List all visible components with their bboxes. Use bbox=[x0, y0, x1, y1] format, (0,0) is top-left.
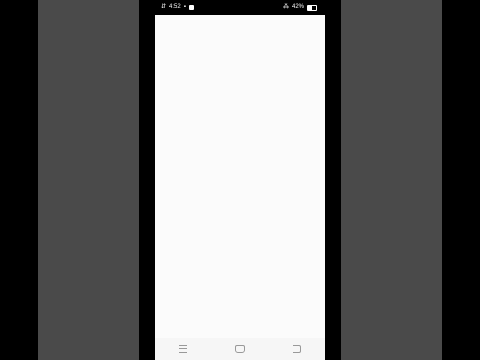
right-letterbox bbox=[442, 0, 480, 360]
back-icon bbox=[292, 345, 301, 353]
menu-button[interactable] bbox=[173, 342, 193, 356]
battery-percent: 42% bbox=[291, 4, 304, 10]
home-button[interactable] bbox=[230, 342, 250, 356]
left-letterbox bbox=[0, 0, 38, 360]
notification-icon: ▪ bbox=[183, 4, 186, 10]
status-time: 4:52 bbox=[169, 4, 181, 10]
phone-frame: ⇵ 4:52 ▪ ⁂ 42% bbox=[139, 0, 341, 360]
facebook-icon bbox=[188, 5, 194, 10]
menu-icon bbox=[179, 345, 188, 353]
status-bar: ⇵ 4:52 ▪ ⁂ 42% bbox=[155, 0, 325, 15]
back-button[interactable] bbox=[287, 342, 307, 356]
right-blur-panel bbox=[341, 0, 442, 360]
status-right: ⁂ 42% bbox=[283, 4, 317, 11]
app-screen[interactable] bbox=[155, 15, 325, 360]
signal-icon: ⁂ bbox=[282, 4, 289, 10]
navigation-bar bbox=[155, 338, 325, 360]
status-left: ⇵ 4:52 ▪ bbox=[161, 4, 194, 11]
battery-icon bbox=[307, 4, 317, 11]
notification-icon: ⇵ bbox=[161, 4, 167, 10]
left-blur-panel bbox=[38, 0, 139, 360]
home-icon bbox=[234, 345, 245, 353]
